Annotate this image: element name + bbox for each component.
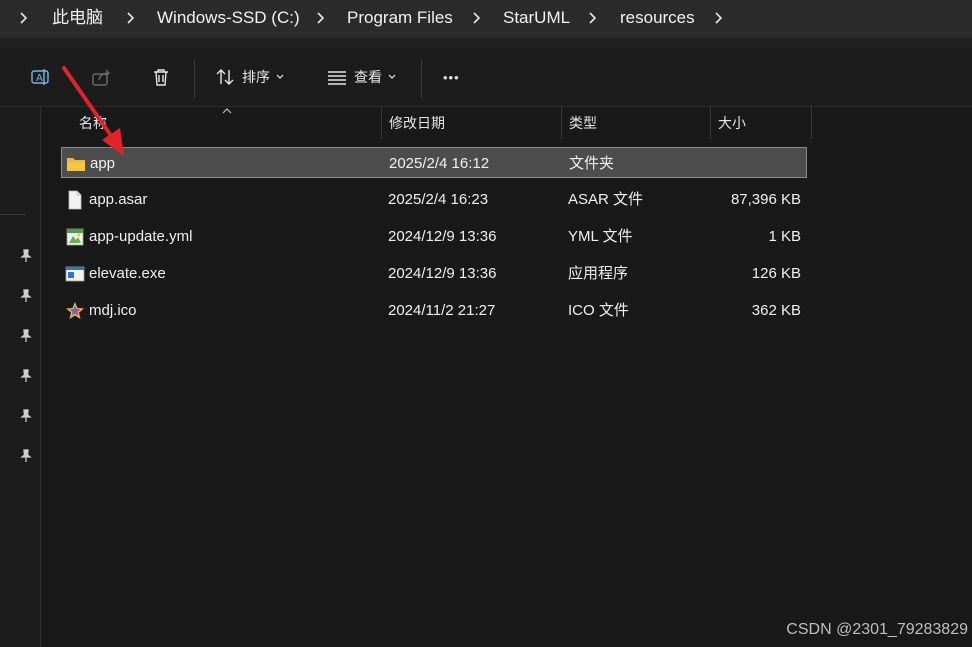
- file-modified: 2024/12/9 13:36: [388, 265, 497, 282]
- file-size: 87,396 KB: [730, 191, 801, 208]
- more-options-button[interactable]: •••: [443, 65, 460, 89]
- chevron-down-icon: [276, 74, 284, 79]
- pin-icon[interactable]: [19, 449, 33, 463]
- chevron-right-icon[interactable]: [471, 8, 483, 28]
- file-name: app.asar: [89, 191, 148, 208]
- chevron-right-icon[interactable]: [125, 8, 137, 28]
- column-header: 名称 修改日期 类型 大小: [41, 107, 812, 139]
- file-size: 1 KB: [768, 228, 801, 245]
- column-resizer[interactable]: [561, 107, 562, 139]
- delete-icon[interactable]: [150, 65, 172, 89]
- nav-divider: [0, 214, 26, 215]
- chevron-down-icon: [388, 74, 396, 79]
- file-type: YML 文件: [568, 228, 633, 245]
- column-resizer[interactable]: [811, 107, 812, 139]
- file-row[interactable]: elevate.exe 2024/12/9 13:36 应用程序 126 KB: [61, 258, 807, 289]
- pin-icon[interactable]: [19, 409, 33, 423]
- pin-icon[interactable]: [19, 369, 33, 383]
- pin-icon[interactable]: [19, 289, 33, 303]
- column-name[interactable]: 名称: [79, 107, 107, 139]
- column-resizer[interactable]: [710, 107, 711, 139]
- toolbar-divider: [421, 58, 422, 98]
- column-modified[interactable]: 修改日期: [389, 107, 445, 139]
- file-size: [682, 148, 802, 179]
- breadcrumb-item-this-pc[interactable]: 此电脑: [52, 8, 103, 28]
- pin-icon[interactable]: [19, 249, 33, 263]
- file-row[interactable]: app-update.yml 2024/12/9 13:36 YML 文件 1 …: [61, 221, 807, 252]
- chevron-right-icon[interactable]: [18, 8, 30, 28]
- file-modified: 2025/2/4 16:23: [388, 191, 489, 208]
- command-toolbar: A 排序 查看 •••: [0, 48, 972, 107]
- view-button[interactable]: 查看: [326, 65, 396, 89]
- toolbar-divider: [194, 58, 195, 98]
- exe-icon: [65, 266, 85, 282]
- file-type: ASAR 文件: [568, 191, 644, 208]
- file-row[interactable]: mdj.ico 2024/11/2 21:27 ICO 文件 362 KB: [61, 295, 807, 326]
- file-name: app-update.yml: [89, 228, 193, 245]
- file-explorer-window: 此电脑 Windows-SSD (C:) Program Files StarU…: [0, 0, 972, 647]
- view-icon: [328, 71, 346, 85]
- ico-file-icon: [66, 302, 84, 319]
- rename-icon[interactable]: A: [30, 65, 52, 89]
- file-modified: 2024/12/9 13:36: [388, 228, 497, 245]
- watermark-text: CSDN @2301_79283829: [786, 621, 968, 638]
- breadcrumb: 此电脑 Windows-SSD (C:) Program Files StarU…: [0, 0, 972, 38]
- sort-icon: [216, 69, 234, 85]
- chevron-right-icon[interactable]: [587, 8, 599, 28]
- breadcrumb-item-resources[interactable]: resources: [620, 8, 695, 28]
- file-name: app: [90, 155, 116, 172]
- breadcrumb-item-drive[interactable]: Windows-SSD (C:): [157, 8, 300, 28]
- file-modified: 2025/2/4 16:12: [389, 155, 490, 172]
- view-label: 查看: [354, 69, 382, 85]
- file-type: 应用程序: [568, 265, 629, 282]
- file-row[interactable]: app.asar 2025/2/4 16:23 ASAR 文件 87,396 K…: [61, 184, 807, 215]
- yml-file-icon: [66, 228, 84, 246]
- column-size[interactable]: 大小: [718, 107, 746, 139]
- chevron-right-icon[interactable]: [713, 8, 725, 28]
- chevron-right-icon[interactable]: [315, 8, 327, 28]
- column-type[interactable]: 类型: [569, 107, 597, 139]
- file-modified: 2024/11/2 21:27: [388, 302, 496, 319]
- sort-label: 排序: [242, 69, 270, 85]
- file-size: 362 KB: [751, 302, 801, 319]
- file-name: mdj.ico: [89, 302, 137, 319]
- sort-button[interactable]: 排序: [214, 65, 284, 89]
- file-type: ICO 文件: [568, 302, 629, 319]
- breadcrumb-item-program-files[interactable]: Program Files: [347, 8, 453, 28]
- file-name: elevate.exe: [89, 265, 166, 282]
- pin-icon[interactable]: [19, 329, 33, 343]
- file-size: 126 KB: [751, 265, 801, 282]
- share-icon[interactable]: [90, 65, 112, 89]
- file-row[interactable]: app 2025/2/4 16:12 文件夹: [61, 147, 807, 178]
- svg-text:A: A: [36, 73, 43, 84]
- breadcrumb-item-staruml[interactable]: StarUML: [503, 8, 570, 28]
- folder-icon: [67, 158, 85, 171]
- address-bar-gap: [0, 38, 972, 48]
- sort-ascending-icon: [222, 108, 232, 114]
- file-icon: [68, 190, 82, 210]
- file-type: 文件夹: [569, 155, 615, 172]
- column-resizer[interactable]: [381, 107, 382, 139]
